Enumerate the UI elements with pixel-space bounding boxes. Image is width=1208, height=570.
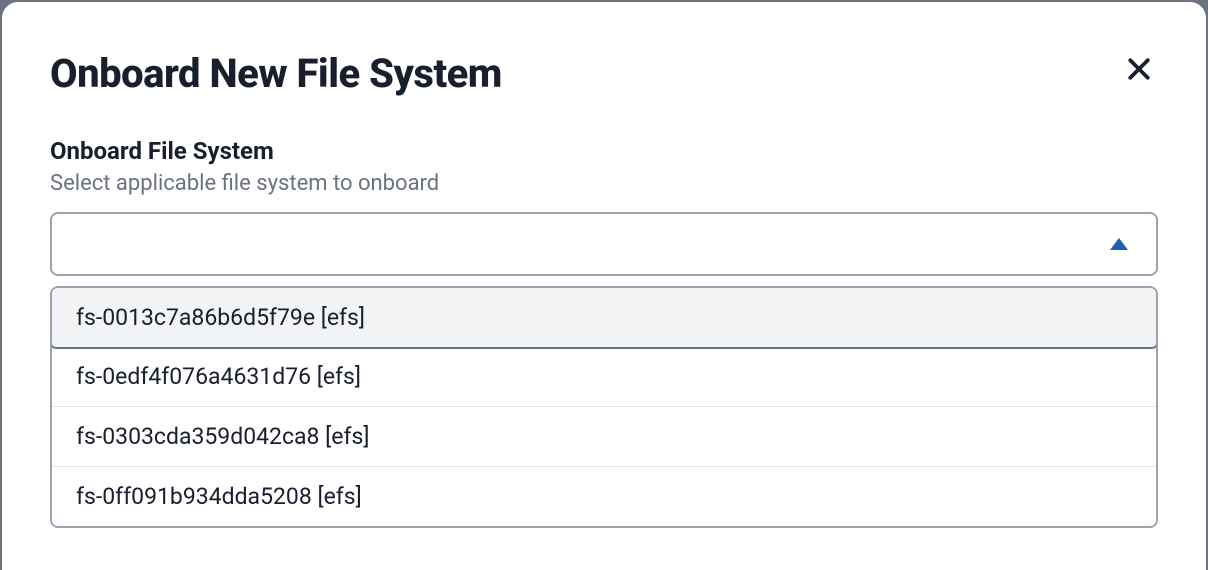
dropdown-option[interactable]: fs-0edf4f076a4631d76 [efs] <box>52 347 1156 407</box>
modal-header: Onboard New File System <box>50 50 1158 97</box>
filesystem-dropdown: fs-0013c7a86b6d5f79e [efs] fs-0edf4f076a… <box>50 286 1158 528</box>
field-description: Select applicable file system to onboard <box>50 171 1158 196</box>
field-label: Onboard File System <box>50 137 1158 165</box>
close-button[interactable] <box>1120 50 1158 88</box>
filesystem-field: Onboard File System Select applicable fi… <box>50 137 1158 528</box>
dropdown-option[interactable]: fs-0303cda359d042ca8 [efs] <box>52 407 1156 467</box>
dropdown-option[interactable]: fs-0013c7a86b6d5f79e [efs] <box>50 286 1158 349</box>
onboard-filesystem-modal: Onboard New File System Onboard File Sys… <box>2 2 1206 570</box>
dropdown-option[interactable]: fs-0ff091b934dda5208 [efs] <box>52 467 1156 526</box>
modal-title: Onboard New File System <box>50 50 502 97</box>
filesystem-select[interactable] <box>50 212 1158 276</box>
close-icon <box>1124 54 1154 84</box>
caret-up-icon <box>1110 238 1128 250</box>
